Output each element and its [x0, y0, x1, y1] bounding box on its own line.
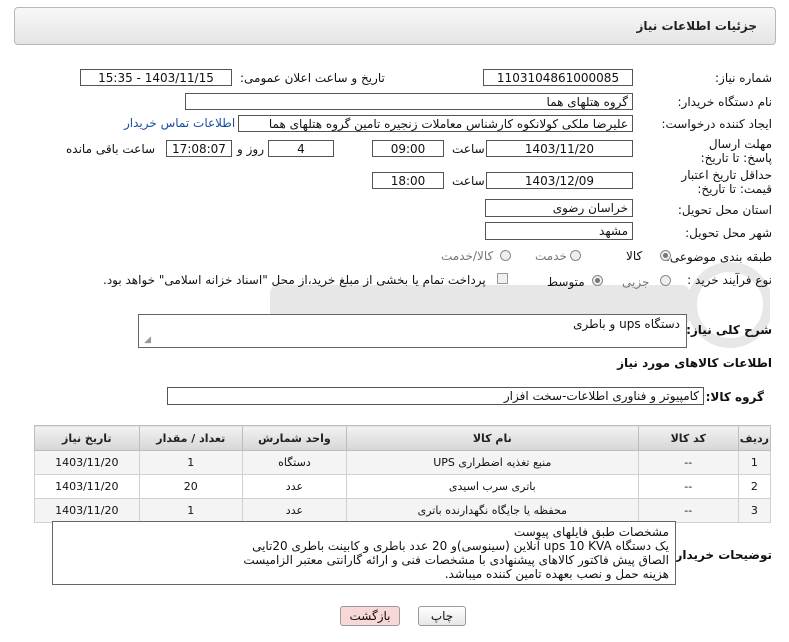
summary-textarea: دستگاه ups و باطری ◢ [138, 314, 687, 348]
requester-field: علیرضا ملکی کولانکوه کارشناس معاملات زنج… [238, 115, 633, 132]
print-button[interactable]: چاپ [418, 606, 466, 626]
process-radio-medium[interactable] [592, 275, 603, 286]
process-option-medium: متوسط [547, 275, 585, 289]
table-row: 3 -- محفظه یا جایگاه نگهدارنده باتری عدد… [34, 498, 772, 523]
cell-qty: 20 [138, 474, 244, 499]
buyer-notes-line: الصاق پیش فاکتور کالاهای پیشنهادی با مشخ… [243, 553, 669, 567]
col-header-unit: واحد شمارش [242, 425, 347, 451]
days-label: روز و [237, 142, 264, 156]
buyer-notes-line: هزینه حمل و نصب بعهده تامین کننده میباشد… [444, 567, 669, 581]
category-option-goods: کالا [626, 249, 643, 263]
days-field: 4 [268, 140, 334, 157]
goods-group-field: کامپیوتر و فناوری اطلاعات-سخت افزار [167, 387, 704, 405]
category-radio-service[interactable] [570, 250, 581, 261]
cell-name: محفظه یا جایگاه نگهدارنده باتری [345, 498, 639, 523]
process-label: نوع فرآیند خرید : [687, 273, 772, 287]
summary-label: شرح کلی نیاز: [686, 323, 772, 337]
page-title: جزئیات اطلاعات نیاز [636, 19, 757, 33]
col-header-code: کد کالا [637, 425, 739, 451]
cell-unit: دستگاه [242, 450, 347, 475]
col-header-date: تاریخ نیاز [34, 425, 140, 451]
contact-info-link[interactable]: اطلاعات تماس خریدار [124, 116, 235, 130]
validity-time-field: 18:00 [372, 172, 444, 189]
process-radio-minor[interactable] [660, 275, 671, 286]
buyer-org-label: نام دستگاه خریدار: [677, 95, 773, 109]
treasury-payment-checkbox[interactable] [497, 273, 508, 284]
validity-time-label: ساعت [452, 174, 485, 188]
header-panel: جزئیات اطلاعات نیاز [14, 7, 776, 45]
reply-time-field: 09:00 [372, 140, 444, 157]
cell-row-no: 1 [737, 450, 772, 475]
need-number-label: شماره نیاز: [715, 71, 772, 85]
need-number-field: 1103104861000085 [483, 69, 633, 86]
reply-date-field: 1403/11/20 [486, 140, 633, 157]
cell-name: منبع تغذیه اضطراری UPS [345, 450, 639, 475]
col-header-name: نام کالا [345, 425, 639, 451]
requester-label: ایجاد کننده درخواست: [661, 117, 772, 131]
category-radio-goods[interactable] [660, 250, 671, 261]
remaining-time-field: 17:08:07 [166, 140, 232, 157]
buyer-org-field: گروه هتلهای هما [185, 93, 633, 110]
col-header-qty: تعداد / مقدار [138, 425, 244, 451]
buyer-notes-line: مشخصات طبق فایلهای پیوست [513, 525, 669, 539]
province-label: استان محل تحویل: [677, 203, 772, 217]
category-option-goods-service: کالا/خدمت [441, 249, 494, 263]
cell-date: 1403/11/20 [34, 498, 140, 523]
province-field: خراسان رضوی [485, 199, 633, 217]
cell-code: -- [637, 450, 739, 475]
table-row: 1 -- منبع تغذیه اضطراری UPS دستگاه 1 140… [34, 450, 772, 475]
cell-qty: 1 [138, 450, 244, 475]
treasury-payment-note: پرداخت تمام یا بخشی از مبلغ خرید،از محل … [103, 273, 486, 287]
cell-date: 1403/11/20 [34, 450, 140, 475]
price-validity-label: حداقل تاریخ اعتبار قیمت: تا تاریخ: [681, 168, 772, 196]
cell-unit: عدد [242, 474, 347, 499]
buyer-notes-line: یک دستگاه ups 10 KVA آنلاین (سینوسی)و 20… [252, 539, 669, 553]
cell-name: باتری سرب اسیدی [345, 474, 639, 499]
category-label: طبقه بندی موضوعی: [665, 250, 772, 264]
table-header-row: ردیف کد کالا نام کالا واحد شمارش تعداد /… [34, 425, 772, 451]
cell-code: -- [637, 498, 739, 523]
city-field: مشهد [485, 222, 633, 240]
validity-date-field: 1403/12/09 [486, 172, 633, 189]
summary-text: دستگاه ups و باطری [573, 317, 680, 331]
announce-field: 1403/11/15 - 15:35 [80, 69, 232, 86]
goods-table: ردیف کد کالا نام کالا واحد شمارش تعداد /… [34, 425, 772, 523]
cell-qty: 1 [138, 498, 244, 523]
category-radio-goods-service[interactable] [500, 250, 511, 261]
cell-row-no: 2 [737, 474, 772, 499]
cell-code: -- [637, 474, 739, 499]
col-header-row-no: ردیف [737, 425, 772, 451]
goods-group-label: گروه کالا: [705, 390, 764, 404]
buyer-notes-label: توضیحات خریدار: [670, 548, 772, 562]
city-label: شهر محل تحویل: [685, 226, 772, 240]
reply-deadline-label: مهلت ارسال پاسخ: تا تاریخ: [700, 137, 772, 165]
cell-date: 1403/11/20 [34, 474, 140, 499]
table-row: 2 -- باتری سرب اسیدی عدد 20 1403/11/20 [34, 474, 772, 499]
buyer-notes-textarea[interactable]: مشخصات طبق فایلهای پیوست یک دستگاه ups 1… [52, 521, 676, 585]
remaining-label: ساعت باقی مانده [66, 142, 156, 156]
cell-unit: عدد [242, 498, 347, 523]
reply-time-label: ساعت [452, 142, 485, 156]
announce-label: تاریخ و ساعت اعلان عمومی: [240, 71, 385, 85]
category-option-service: خدمت [535, 249, 567, 263]
goods-info-title: اطلاعات کالاهای مورد نیاز [617, 356, 772, 370]
process-option-minor: جزیی [622, 275, 650, 289]
resize-grip-icon: ◢ [144, 335, 151, 345]
back-button[interactable]: بازگشت [340, 606, 400, 626]
cell-row-no: 3 [737, 498, 772, 523]
